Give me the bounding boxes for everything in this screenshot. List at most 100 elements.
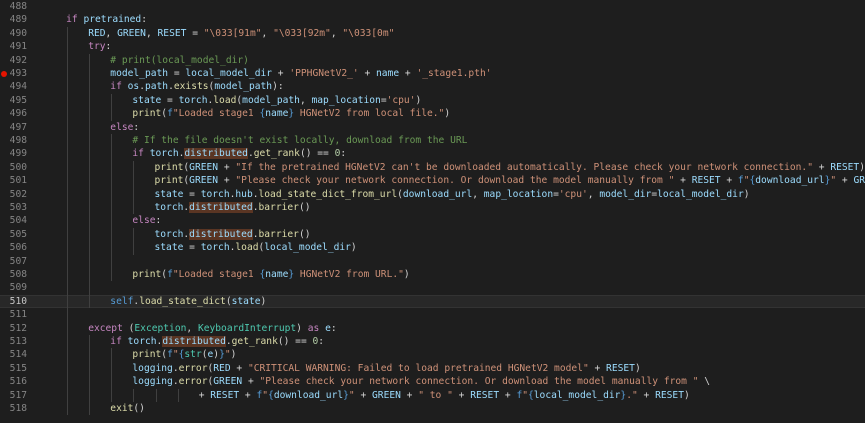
code-line[interactable]: 510 self.load_state_dict(state) — [0, 294, 865, 309]
code-token: pretrained — [83, 14, 142, 26]
code-line[interactable]: 506 state = torch.load(local_model_dir) — [0, 241, 865, 254]
line-number[interactable]: 489 — [0, 13, 27, 26]
code-text: RED, GREEN, RESET = "\033[91m", "\033[92… — [88, 27, 394, 40]
code-token: except — [88, 322, 123, 334]
code-editor[interactable]: 488 489 if pretrained: 490 RED, GREEN, RESET… — [0, 0, 865, 423]
code-line[interactable]: 508 print(f"Loaded stage1 {name} HGNetV2 … — [0, 268, 865, 281]
code-text: print(GREEN + "If the pretrained HGNetV2… — [155, 161, 865, 174]
code-line[interactable]: 495 state = torch.load(model_path, map_lo… — [0, 94, 865, 107]
code-token: RESET — [691, 175, 721, 187]
code-line[interactable]: 497 else: — [0, 121, 865, 134]
line-number[interactable]: 508 — [0, 268, 27, 281]
code-line[interactable]: 505 torch.distributed.barrier() — [0, 228, 865, 241]
code-line[interactable]: 488 — [0, 0, 865, 13]
code-line[interactable]: 492 # print(local_model_dir) — [0, 54, 865, 67]
code-token: 'PPHGNetV2_' — [289, 68, 359, 79]
indent-guide — [133, 160, 135, 215]
line-number[interactable]: 495 — [0, 94, 27, 107]
code-token: + — [354, 389, 373, 401]
line-number[interactable]: 514 — [0, 348, 27, 361]
code-line[interactable]: 513 if torch.distributed.get_rank() == 0: — [0, 335, 865, 348]
code-token: as — [307, 322, 320, 334]
code-line[interactable]: 518 exit() — [0, 402, 865, 415]
code-line[interactable]: 516 logging.error(GREEN + "Please check y… — [0, 375, 865, 388]
line-number[interactable]: 507 — [0, 255, 27, 268]
code-line[interactable]: 500 print(GREEN + "If the pretrained HGNe… — [0, 161, 865, 174]
code-line[interactable]: 515 logging.error(RED + "CRITICAL WARNING… — [0, 362, 865, 375]
breakpoint-icon[interactable] — [1, 70, 7, 77]
line-number[interactable]: 510 — [0, 295, 27, 308]
code-token: local_model_dir — [657, 188, 744, 200]
line-number[interactable]: 498 — [0, 134, 27, 147]
code-line[interactable]: 498 # If the file doesn't exist locally, … — [0, 134, 865, 147]
code-token: model_path — [242, 94, 300, 106]
code-token: os — [127, 81, 140, 93]
line-number[interactable]: 494 — [0, 80, 27, 93]
line-number[interactable]: 505 — [0, 228, 27, 241]
code-token: + — [400, 389, 419, 401]
line-number[interactable]: 502 — [0, 188, 27, 201]
code-token: + — [358, 68, 376, 79]
code-token: + — [836, 175, 854, 187]
line-number[interactable]: 513 — [0, 335, 27, 348]
line-number[interactable]: 504 — [0, 214, 27, 227]
code-line[interactable]: 491 try: — [0, 40, 865, 53]
code-text: state = torch.load(model_path, map_locat… — [132, 94, 421, 107]
code-line[interactable]: 494 if os.path.exists(model_path): — [0, 80, 865, 93]
code-token: torch — [127, 336, 157, 347]
code-line[interactable]: 489 if pretrained: — [0, 13, 865, 26]
line-number[interactable]: 511 — [0, 308, 27, 321]
line-number[interactable]: 518 — [0, 402, 27, 415]
code-line[interactable]: 504 else: — [0, 214, 865, 227]
line-number[interactable]: 517 — [0, 389, 27, 402]
code-token: state — [154, 188, 184, 200]
code-token: else — [132, 215, 156, 227]
code-line[interactable]: 511 — [0, 308, 865, 321]
indent-guide — [133, 227, 135, 255]
code-line[interactable]: 509 — [0, 281, 865, 294]
line-number[interactable]: 500 — [0, 161, 27, 174]
code-line[interactable]: 496 print(f"Loaded stage1 {name} HGNetV2 … — [0, 107, 865, 120]
line-number[interactable]: 491 — [0, 40, 27, 53]
code-token: () — [298, 228, 311, 240]
code-line[interactable]: 501 print(GREEN + "Please check your netw… — [0, 174, 865, 187]
line-number[interactable]: 515 — [0, 362, 27, 375]
code-line[interactable]: 493 model_path = local_model_dir + 'PPHGN… — [0, 67, 865, 80]
code-token: + — [272, 68, 290, 79]
code-token: + — [198, 389, 211, 401]
code-token: + — [242, 376, 260, 388]
code-line[interactable]: 517 + RESET + f"{download_url}" + GREEN +… — [0, 389, 865, 402]
line-number[interactable]: 492 — [0, 54, 27, 67]
line-number[interactable]: 509 — [0, 281, 27, 294]
code-token: ) — [859, 161, 865, 173]
code-token: = — [168, 68, 186, 79]
code-token: GREEN — [117, 27, 146, 39]
code-token: if — [66, 14, 78, 26]
line-number[interactable]: 512 — [0, 322, 27, 335]
code-token: Exception — [134, 322, 187, 334]
code-line[interactable]: 507 — [0, 255, 865, 268]
code-line[interactable]: 502 state = torch.hub.load_state_dict_fro… — [0, 188, 865, 201]
line-number[interactable]: 503 — [0, 201, 27, 214]
code-line[interactable]: 512 except (Exception, KeyboardInterrupt)… — [0, 322, 865, 335]
code-token: '_stage1.pth' — [416, 68, 492, 79]
line-number[interactable]: 488 — [0, 0, 27, 13]
code-line[interactable]: 490 RED, GREEN, RESET = "\033[91m", "\033… — [0, 27, 865, 40]
code-line[interactable]: 514 print(f"{str(e)}") — [0, 348, 865, 361]
line-number[interactable]: 497 — [0, 121, 27, 134]
line-number[interactable]: 496 — [0, 107, 27, 120]
code-token: 'cpu' — [558, 188, 588, 200]
line-number[interactable]: 516 — [0, 375, 27, 388]
code-token: + — [239, 389, 257, 401]
code-token: GREEN — [213, 376, 243, 388]
code-token: barrier — [258, 202, 299, 213]
code-token: ) — [296, 322, 308, 334]
code-line[interactable]: 503 torch.distributed.barrier() — [0, 201, 865, 214]
line-number[interactable]: 501 — [0, 174, 27, 187]
code-token: logging — [132, 362, 173, 374]
code-token: print — [132, 108, 162, 120]
line-number[interactable]: 499 — [0, 147, 27, 160]
line-number[interactable]: 506 — [0, 241, 27, 254]
code-line[interactable]: 499 if torch.distributed.get_rank() == 0: — [0, 147, 865, 160]
line-number[interactable]: 490 — [0, 27, 27, 40]
